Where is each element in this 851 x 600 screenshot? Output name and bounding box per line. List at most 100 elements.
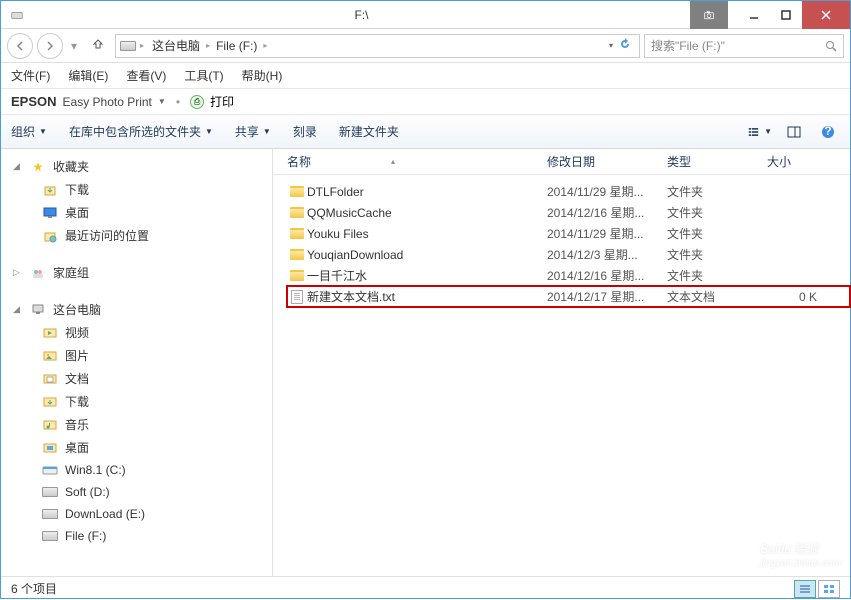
file-name: YouqianDownload bbox=[307, 248, 547, 262]
search-placeholder: 搜索"File (F:)" bbox=[651, 37, 825, 54]
chevron-right-icon: ▸ bbox=[263, 41, 267, 50]
tree-downloads2[interactable]: 下载 bbox=[1, 390, 272, 413]
content-area: ◢ ★ 收藏夹 下载 桌面 最近访问的位置 ▷ 家庭组 bbox=[1, 149, 850, 576]
sort-asc-icon: ▴ bbox=[391, 157, 395, 166]
window-controls bbox=[690, 1, 850, 28]
pictures-icon bbox=[41, 348, 59, 364]
minimize-button[interactable] bbox=[738, 1, 770, 29]
back-button[interactable] bbox=[7, 33, 33, 59]
epson-text[interactable]: Easy Photo Print bbox=[63, 95, 152, 109]
file-type: 文件夹 bbox=[667, 204, 767, 221]
menu-help[interactable]: 帮助(H) bbox=[242, 67, 283, 84]
tree-recent[interactable]: 最近访问的位置 bbox=[1, 224, 272, 247]
column-name[interactable]: 名称▴ bbox=[287, 153, 547, 170]
refresh-button[interactable] bbox=[615, 38, 635, 53]
burn-button[interactable]: 刻录 bbox=[293, 123, 317, 140]
icons-view-button[interactable] bbox=[818, 580, 840, 598]
file-type: 文件夹 bbox=[667, 225, 767, 242]
tree-homegroup[interactable]: ▷ 家庭组 bbox=[1, 261, 272, 284]
file-name: Youku Files bbox=[307, 227, 547, 241]
tree-drive-e[interactable]: DownLoad (E:) bbox=[1, 503, 272, 525]
computer-icon bbox=[29, 302, 47, 318]
status-bar: 6 个项目 bbox=[1, 576, 850, 600]
star-icon: ★ bbox=[29, 159, 47, 175]
desktop-icon bbox=[41, 205, 59, 221]
navigation-bar: ▾ ▸ 这台电脑 ▸ File (F:) ▸ ▾ 搜索"File (F:)" bbox=[1, 29, 850, 63]
include-button[interactable]: 在库中包含所选的文件夹▼ bbox=[69, 123, 213, 140]
collapse-icon[interactable]: ◢ bbox=[13, 161, 23, 172]
camera-button[interactable] bbox=[690, 1, 728, 29]
svg-text:?: ? bbox=[824, 124, 831, 138]
menu-bar: 文件(F) 编辑(E) 查看(V) 工具(T) 帮助(H) bbox=[1, 63, 850, 89]
tree-music[interactable]: 音乐 bbox=[1, 413, 272, 436]
item-count: 6 个项目 bbox=[11, 580, 57, 597]
view-options-button[interactable]: ▼ bbox=[748, 121, 772, 143]
file-row[interactable]: 一目千江水2014/12/16 星期...文件夹 bbox=[287, 265, 850, 286]
file-name: QQMusicCache bbox=[307, 206, 547, 220]
epson-print[interactable]: 打印 bbox=[210, 93, 234, 110]
address-dropdown[interactable]: ▾ bbox=[609, 41, 613, 50]
forward-button[interactable] bbox=[37, 33, 63, 59]
maximize-button[interactable] bbox=[770, 1, 802, 29]
organize-button[interactable]: 组织▼ bbox=[11, 123, 47, 140]
file-name: DTLFolder bbox=[307, 185, 547, 199]
menu-edit[interactable]: 编辑(E) bbox=[68, 67, 108, 84]
desktop-icon bbox=[41, 440, 59, 456]
file-row[interactable]: YouqianDownload2014/12/3 星期...文件夹 bbox=[287, 244, 850, 265]
file-date: 2014/12/3 星期... bbox=[547, 246, 667, 263]
tree-downloads[interactable]: 下载 bbox=[1, 178, 272, 201]
breadcrumb: 这台电脑 ▸ File (F:) ▸ bbox=[148, 35, 605, 56]
tree-desktop[interactable]: 桌面 bbox=[1, 201, 272, 224]
file-row[interactable]: Youku Files2014/11/29 星期...文件夹 bbox=[287, 223, 850, 244]
navigation-tree: ◢ ★ 收藏夹 下载 桌面 最近访问的位置 ▷ 家庭组 bbox=[1, 149, 273, 576]
epson-toolbar: EPSON Easy Photo Print ▼ • ⎙ 打印 bbox=[1, 89, 850, 115]
file-type: 文本文档 bbox=[667, 288, 767, 305]
menu-tools[interactable]: 工具(T) bbox=[184, 67, 223, 84]
expand-icon[interactable]: ▷ bbox=[13, 267, 23, 278]
file-row[interactable]: QQMusicCache2014/12/16 星期...文件夹 bbox=[287, 202, 850, 223]
new-folder-button[interactable]: 新建文件夹 bbox=[339, 123, 399, 140]
file-row[interactable]: DTLFolder2014/11/29 星期...文件夹 bbox=[287, 181, 850, 202]
menu-view[interactable]: 查看(V) bbox=[126, 67, 166, 84]
up-button[interactable] bbox=[85, 37, 111, 54]
window-title: F:\ bbox=[33, 8, 690, 22]
address-bar[interactable]: ▸ 这台电脑 ▸ File (F:) ▸ ▾ bbox=[115, 34, 640, 58]
share-button[interactable]: 共享▼ bbox=[235, 123, 271, 140]
tree-desktop2[interactable]: 桌面 bbox=[1, 436, 272, 459]
chevron-right-icon[interactable]: ▸ bbox=[140, 41, 144, 50]
folder-icon bbox=[287, 270, 307, 281]
tree-favorites[interactable]: ◢ ★ 收藏夹 bbox=[1, 155, 272, 178]
tree-this-pc[interactable]: ◢ 这台电脑 bbox=[1, 298, 272, 321]
file-name: 一目千江水 bbox=[307, 267, 547, 284]
tree-drive-c[interactable]: Win8.1 (C:) bbox=[1, 459, 272, 481]
command-toolbar: 组织▼ 在库中包含所选的文件夹▼ 共享▼ 刻录 新建文件夹 ▼ ? bbox=[1, 115, 850, 149]
file-row[interactable]: 新建文本文档.txt2014/12/17 星期...文本文档0 K bbox=[287, 286, 850, 307]
tree-pictures[interactable]: 图片 bbox=[1, 344, 272, 367]
collapse-icon[interactable]: ◢ bbox=[13, 304, 23, 315]
column-type[interactable]: 类型 bbox=[667, 153, 767, 170]
file-date: 2014/11/29 星期... bbox=[547, 183, 667, 200]
recent-dropdown[interactable]: ▾ bbox=[67, 39, 81, 53]
file-type: 文件夹 bbox=[667, 267, 767, 284]
tree-drive-f[interactable]: File (F:) bbox=[1, 525, 272, 547]
folder-icon bbox=[287, 249, 307, 260]
help-button[interactable]: ? bbox=[816, 121, 840, 143]
recent-icon bbox=[41, 228, 59, 244]
menu-file[interactable]: 文件(F) bbox=[11, 67, 50, 84]
column-date[interactable]: 修改日期 bbox=[547, 153, 667, 170]
details-view-button[interactable] bbox=[794, 580, 816, 598]
breadcrumb-location[interactable]: File (F:) bbox=[212, 37, 261, 55]
epson-dropdown[interactable]: ▼ bbox=[158, 97, 166, 106]
tree-documents[interactable]: 文档 bbox=[1, 367, 272, 390]
close-button[interactable] bbox=[802, 1, 850, 29]
breadcrumb-root[interactable]: 这台电脑 bbox=[148, 35, 204, 56]
preview-pane-button[interactable] bbox=[782, 121, 806, 143]
homegroup-icon bbox=[29, 265, 47, 281]
tree-drive-d[interactable]: Soft (D:) bbox=[1, 481, 272, 503]
search-input[interactable]: 搜索"File (F:)" bbox=[644, 34, 844, 58]
downloads-icon bbox=[41, 182, 59, 198]
downloads-icon bbox=[41, 394, 59, 410]
column-size[interactable]: 大小 bbox=[767, 153, 791, 170]
titlebar: F:\ bbox=[1, 1, 850, 29]
tree-videos[interactable]: 视频 bbox=[1, 321, 272, 344]
